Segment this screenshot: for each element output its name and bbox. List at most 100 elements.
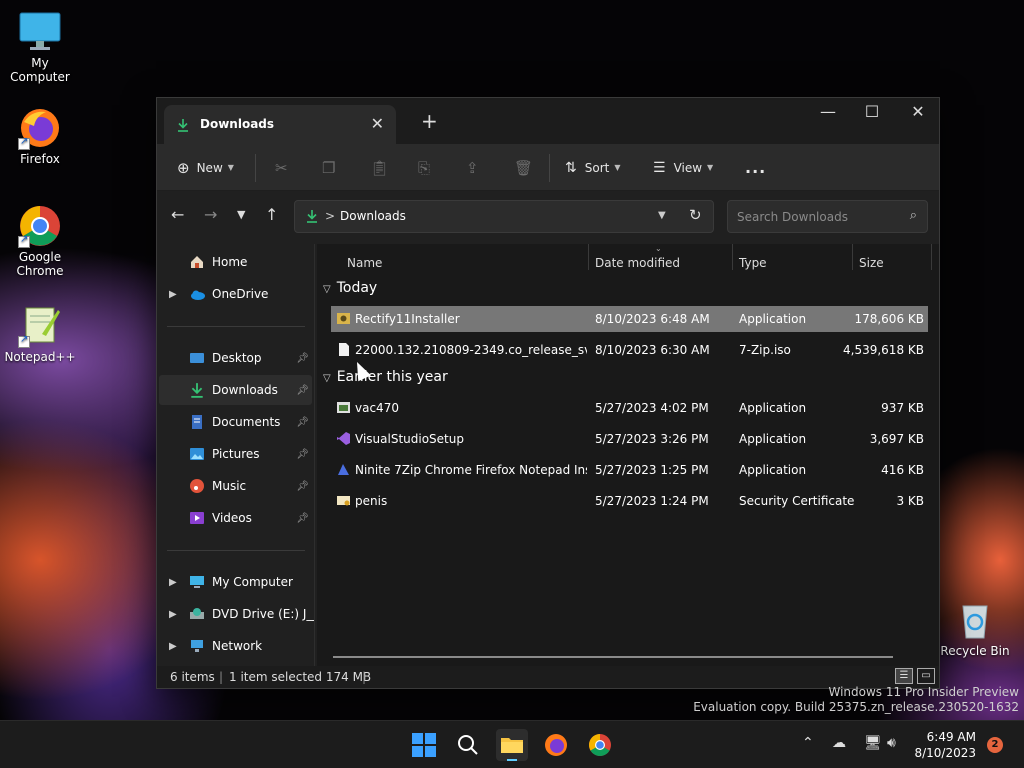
file-row-vac470[interactable]: vac470 5/27/2023 4:02 PM Application 937… bbox=[331, 395, 928, 421]
address-dropdown-chevron-icon[interactable]: ▼ bbox=[658, 210, 666, 221]
file-date: 5/27/2023 1:24 PM bbox=[595, 494, 709, 508]
notification-badge[interactable]: 2 bbox=[987, 737, 1003, 753]
file-row-ninite[interactable]: Ninite 7Zip Chrome Firefox Notepad Inst.… bbox=[331, 457, 928, 483]
column-header-type[interactable]: Type bbox=[739, 256, 767, 270]
title-bar[interactable]: Downloads ✕ + — ☐ ✕ bbox=[157, 98, 939, 144]
file-size: 3 KB bbox=[896, 494, 924, 508]
desktop-icon-my-computer[interactable]: My Computer bbox=[0, 10, 80, 84]
show-hidden-icons-chevron-icon[interactable]: ⌃ bbox=[802, 735, 814, 751]
cut-button[interactable]: ✂ bbox=[275, 144, 288, 191]
column-divider[interactable] bbox=[732, 244, 733, 270]
nav-item-documents[interactable]: Documents 📌︎ bbox=[159, 407, 312, 437]
nav-item-label: Home bbox=[212, 255, 248, 269]
tiles-view-button[interactable]: ▭ bbox=[917, 668, 935, 684]
desktop-icon-recycle-bin[interactable]: Recycle Bin bbox=[935, 598, 1015, 658]
address-bar[interactable]: > Downloads ▼ ↻ bbox=[294, 200, 714, 233]
nav-item-onedrive[interactable]: ▶ OneDrive bbox=[159, 279, 312, 309]
copy-button[interactable]: ❐ bbox=[322, 144, 335, 191]
details-view-button[interactable]: ☰ bbox=[895, 668, 913, 684]
file-list[interactable]: Name ⌄ Date modified Type Size ▽ Today Re… bbox=[317, 244, 939, 666]
chevron-right-icon[interactable]: ▶ bbox=[169, 577, 177, 588]
forward-arrow-icon[interactable]: → bbox=[204, 205, 217, 224]
file-type: Application bbox=[739, 312, 807, 326]
nav-item-videos[interactable]: Videos 📌︎ bbox=[159, 503, 312, 533]
group-header-earlier-this-year[interactable]: ▽ Earlier this year bbox=[323, 369, 448, 385]
file-size: 937 KB bbox=[881, 401, 924, 415]
nav-item-music[interactable]: Music 📌︎ bbox=[159, 471, 312, 501]
rename-button[interactable]: ⎘ bbox=[418, 144, 430, 191]
onedrive-offline-icon[interactable]: ☁ bbox=[832, 735, 846, 751]
column-header-name[interactable]: Name bbox=[347, 256, 382, 270]
nav-item-label: Pictures bbox=[212, 447, 260, 461]
network-icon[interactable]: 🖥︎ bbox=[864, 735, 882, 751]
sort-button[interactable]: ⇅ Sort ▼ bbox=[565, 144, 621, 191]
chevron-right-icon[interactable]: ▶ bbox=[169, 641, 177, 652]
nav-item-downloads[interactable]: Downloads 📌︎ bbox=[159, 375, 312, 405]
taskbar-chrome[interactable] bbox=[584, 729, 616, 761]
back-arrow-icon[interactable]: ← bbox=[171, 205, 184, 224]
taskbar-file-explorer[interactable] bbox=[496, 729, 528, 761]
chevron-right-icon[interactable]: ▶ bbox=[169, 609, 177, 620]
sort-button-label: Sort bbox=[584, 160, 610, 175]
group-header-today[interactable]: ▽ Today bbox=[323, 280, 377, 296]
desktop-icon-notepad-plus-plus[interactable]: Notepad++ bbox=[0, 304, 80, 364]
column-header-size[interactable]: Size bbox=[859, 256, 884, 270]
taskbar-clock[interactable]: 6:49 AM 8/10/2023 bbox=[914, 729, 976, 761]
column-divider[interactable] bbox=[852, 244, 853, 270]
view-button[interactable]: ☰ View ▼ bbox=[653, 144, 713, 191]
search-button[interactable] bbox=[452, 729, 484, 761]
file-date: 8/10/2023 6:30 AM bbox=[595, 343, 710, 357]
nav-item-label: Desktop bbox=[212, 351, 262, 365]
nav-item-network[interactable]: ▶ Network bbox=[159, 631, 312, 661]
column-divider[interactable] bbox=[931, 244, 932, 270]
tab-downloads[interactable]: Downloads ✕ bbox=[164, 105, 396, 144]
start-button[interactable] bbox=[408, 729, 440, 761]
breadcrumb-downloads[interactable]: Downloads bbox=[340, 209, 406, 223]
desktop-icon-google-chrome[interactable]: Google Chrome bbox=[0, 204, 80, 278]
file-row-rectify11installer[interactable]: Rectify11Installer 8/10/2023 6:48 AM App… bbox=[331, 306, 928, 332]
download-arrow-icon bbox=[305, 209, 319, 226]
file-row-iso[interactable]: 22000.132.210809-2349.co_release_svc_ref… bbox=[331, 337, 928, 363]
nav-item-pictures[interactable]: Pictures 📌︎ bbox=[159, 439, 312, 469]
up-arrow-icon[interactable]: ↑ bbox=[265, 205, 278, 224]
paste-button[interactable]: 📋︎ bbox=[370, 144, 389, 191]
new-tab-button[interactable]: + bbox=[421, 109, 438, 133]
more-options-button[interactable]: ... bbox=[745, 144, 766, 191]
refresh-icon[interactable]: ↻ bbox=[689, 206, 702, 224]
notepad-plus-plus-icon bbox=[18, 304, 62, 348]
new-button[interactable]: ⊕ New ▼ bbox=[177, 144, 234, 191]
pin-icon[interactable]: 📌︎ bbox=[296, 481, 309, 492]
taskbar-firefox[interactable] bbox=[540, 729, 572, 761]
file-explorer-window[interactable]: Downloads ✕ + — ☐ ✕ ⊕ New ▼ ✂ ❐ 📋︎ ⎘ ⇪ 🗑… bbox=[156, 97, 940, 689]
nav-item-my-computer[interactable]: ▶ My Computer bbox=[159, 567, 312, 597]
monitor-icon bbox=[189, 574, 205, 590]
maximize-button[interactable]: ☐ bbox=[849, 102, 895, 121]
pin-icon[interactable]: 📌︎ bbox=[296, 449, 309, 460]
file-row-visualstudiosetup[interactable]: VisualStudioSetup 5/27/2023 3:26 PM Appl… bbox=[331, 426, 928, 452]
desktop-icon-firefox[interactable]: Firefox bbox=[0, 106, 80, 166]
nav-item-dvd-drive[interactable]: ▶ DVD Drive (E:) J__X6 bbox=[159, 599, 314, 629]
column-header-date-modified[interactable]: Date modified bbox=[595, 256, 680, 270]
nav-item-label: Documents bbox=[212, 415, 281, 429]
file-row-certificate[interactable]: penis 5/27/2023 1:24 PM Security Certifi… bbox=[331, 488, 928, 514]
delete-button[interactable]: 🗑︎ bbox=[514, 144, 533, 191]
pin-icon[interactable]: 📌︎ bbox=[296, 385, 309, 396]
minimize-button[interactable]: — bbox=[805, 102, 851, 121]
chevron-right-icon[interactable]: ▶ bbox=[169, 289, 177, 300]
horizontal-scrollbar[interactable] bbox=[333, 656, 893, 658]
nav-item-desktop[interactable]: Desktop 📌︎ bbox=[159, 343, 312, 373]
column-divider[interactable] bbox=[588, 244, 589, 270]
share-button[interactable]: ⇪ bbox=[466, 144, 479, 191]
close-window-button[interactable]: ✕ bbox=[895, 102, 941, 121]
close-tab-icon[interactable]: ✕ bbox=[371, 114, 384, 133]
pin-icon[interactable]: 📌︎ bbox=[296, 353, 309, 364]
pin-icon[interactable]: 📌︎ bbox=[296, 417, 309, 428]
nav-item-home[interactable]: Home bbox=[159, 247, 312, 277]
search-input[interactable]: Search Downloads bbox=[737, 210, 848, 224]
volume-icon[interactable]: 🔊︎ bbox=[887, 735, 896, 751]
status-divider: | bbox=[219, 670, 224, 684]
pin-icon[interactable]: 📌︎ bbox=[296, 513, 309, 524]
search-box[interactable]: Search Downloads ⌕ bbox=[727, 200, 928, 233]
navigation-pane[interactable]: Home ▶ OneDrive Desktop 📌︎ Downloads 📌︎ … bbox=[157, 244, 315, 666]
recent-locations-chevron-icon[interactable]: ▼ bbox=[237, 208, 245, 221]
